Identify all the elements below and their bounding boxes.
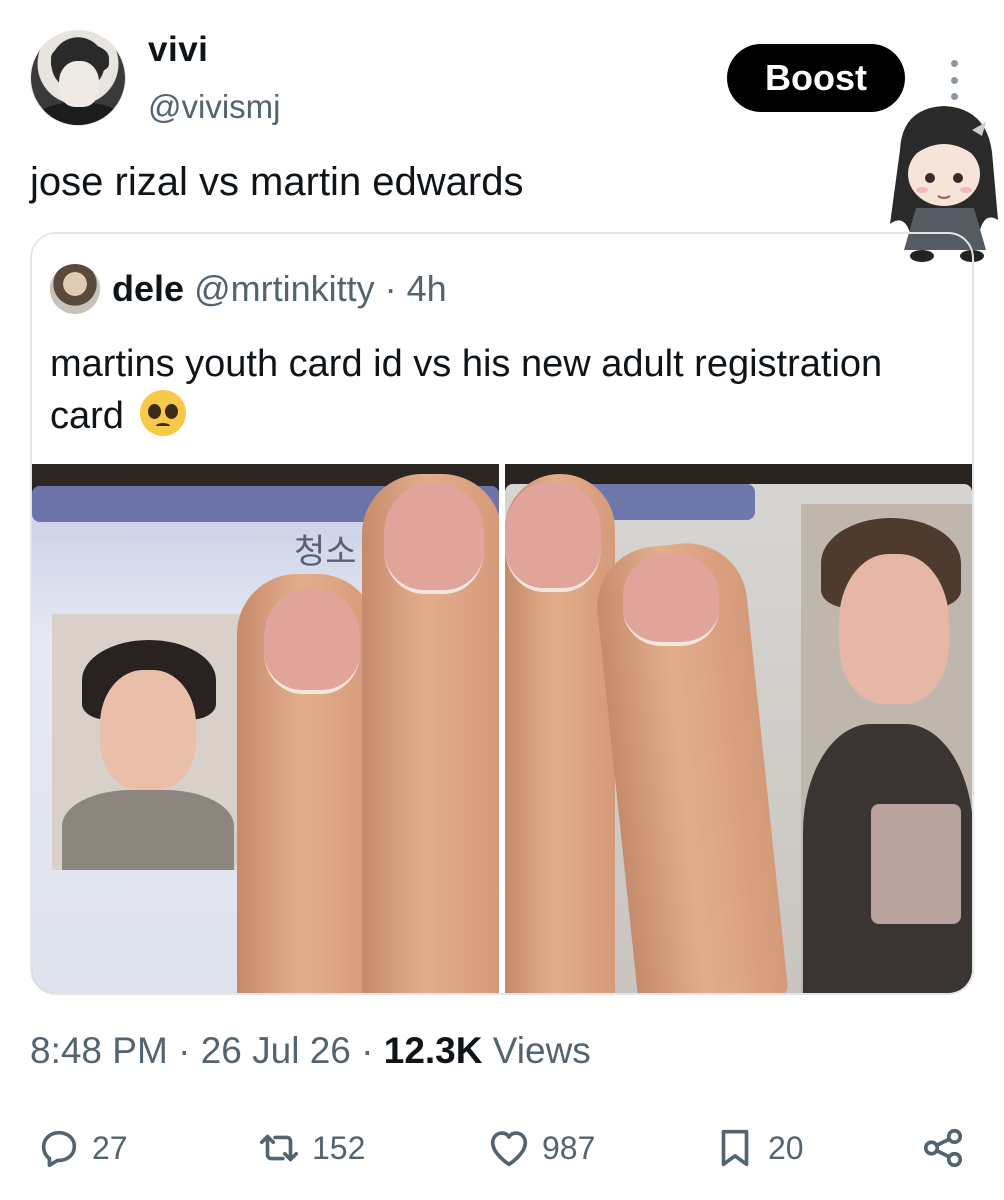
quoted-time[interactable]: 4h (407, 268, 447, 309)
like-button[interactable]: 987 (486, 1118, 595, 1178)
quoted-media[interactable]: 청소 (32, 464, 972, 993)
repost-button[interactable]: 152 (256, 1118, 365, 1178)
adult-card-photo (801, 504, 972, 993)
meta-separator: · (178, 1030, 191, 1071)
action-bar: 27 152 987 20 (30, 1118, 974, 1178)
reply-count: 27 (92, 1129, 128, 1166)
bookmark-count: 20 (768, 1129, 804, 1166)
repost-count: 152 (312, 1129, 366, 1166)
author-handle[interactable]: @vivismj (148, 88, 280, 126)
card-label: 청소 (294, 532, 357, 572)
share-icon (923, 1128, 963, 1168)
views-count: 12.3K (383, 1030, 483, 1071)
share-button[interactable] (920, 1118, 966, 1178)
tweet-date[interactable]: 26 Jul 26 (201, 1030, 351, 1071)
author-avatar[interactable] (30, 30, 126, 126)
meta-separator: · (361, 1030, 374, 1071)
bookmark-icon (721, 1129, 749, 1167)
media-image-adult-card[interactable] (505, 464, 972, 993)
tweet-text: jose rizal vs martin edwards (30, 160, 524, 204)
youth-card-photo (52, 614, 242, 870)
like-icon (490, 1131, 528, 1167)
reply-button[interactable]: 27 (36, 1118, 128, 1178)
quoted-avatar[interactable] (50, 264, 100, 314)
reply-icon (41, 1130, 77, 1168)
bookmark-button[interactable]: 20 (712, 1118, 804, 1178)
tweet-time[interactable]: 8:48 PM (30, 1030, 168, 1071)
author-name[interactable]: vivi (148, 30, 208, 70)
quoted-header: dele @mrtinkitty · 4h (112, 268, 447, 310)
quoted-author-name[interactable]: dele (112, 268, 184, 309)
quoted-separator: · (384, 268, 397, 309)
views-label: Views (492, 1030, 591, 1071)
quoted-text: martins youth card id vs his new adult r… (50, 338, 910, 442)
boost-button[interactable]: Boost (727, 44, 905, 112)
media-image-youth-card[interactable]: 청소 (32, 464, 499, 993)
like-count: 987 (542, 1129, 596, 1166)
more-vertical-icon[interactable] (944, 60, 964, 100)
quoted-tweet[interactable]: dele @mrtinkitty · 4h martins youth card… (30, 232, 974, 995)
tweet-meta: 8:48 PM · 26 Jul 26 · 12.3K Views (30, 1030, 591, 1072)
pleading-face-emoji-icon (140, 390, 187, 436)
repost-icon (259, 1134, 299, 1162)
quoted-author-handle[interactable]: @mrtinkitty (194, 268, 375, 309)
